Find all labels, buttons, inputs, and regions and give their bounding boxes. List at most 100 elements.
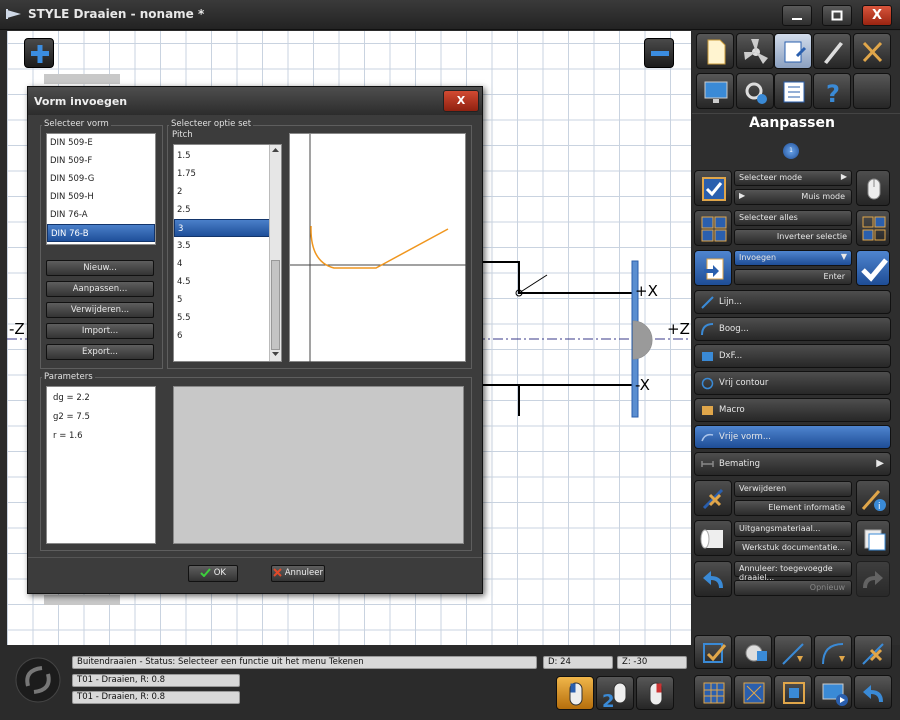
enter-button[interactable]: Enter <box>734 269 852 285</box>
pitch-list-item[interactable]: 3 <box>174 219 281 237</box>
mouse-mode-button[interactable]: ▶ Muis mode <box>734 189 852 205</box>
minimize-button[interactable] <box>782 5 812 26</box>
line-icon <box>701 296 714 309</box>
shape-list-item[interactable]: DIN 509-G <box>47 170 155 188</box>
cancel-label: Annuleer <box>284 568 323 578</box>
mouse-mode-2-button[interactable]: 2 <box>596 676 634 712</box>
bottom-tool-frame[interactable] <box>774 675 812 709</box>
shape-list-item[interactable]: DIN 76-B <box>47 224 155 242</box>
new-shape-button[interactable]: Nieuw... <box>46 260 154 276</box>
redo-icon-button[interactable] <box>856 561 890 597</box>
delete-line-icon <box>862 643 884 665</box>
pitch-list-item[interactable]: 4 <box>174 255 281 273</box>
bottom-tool-grid-1[interactable] <box>694 675 732 709</box>
bottom-tool-gear[interactable] <box>734 635 772 669</box>
tool-new-file[interactable] <box>696 33 734 69</box>
bottom-tool-arc-down[interactable] <box>814 635 852 669</box>
pitch-label: Pitch <box>172 130 193 140</box>
element-info-button[interactable]: Element informatie <box>734 500 852 516</box>
axis-label-plus-z: +Z <box>667 320 690 338</box>
insert-mode-button[interactable]: Invoegen ▼ <box>734 250 852 266</box>
menu-item-free-contour[interactable]: Vrij contour <box>694 371 891 395</box>
delete-icon-button[interactable] <box>694 480 732 516</box>
confirm-icon-button[interactable] <box>856 250 890 286</box>
horizontal-scroll-bottom[interactable] <box>44 595 120 605</box>
menu-item-dxf[interactable]: DxF... <box>694 344 891 368</box>
pitch-list-item[interactable]: 2.5 <box>174 201 281 219</box>
pitch-list-item[interactable]: 3.5 <box>174 237 281 255</box>
pitch-scroll-thumb[interactable] <box>271 260 280 350</box>
delete-button[interactable]: Verwijderen <box>734 481 852 497</box>
export-button[interactable]: Export... <box>46 344 154 360</box>
cancel-button[interactable]: Annuleer <box>271 565 325 582</box>
bottom-tool-delete-line[interactable] <box>854 635 892 669</box>
pitch-list-item[interactable]: 6 <box>174 327 281 345</box>
mouse-mode-1-button[interactable] <box>556 676 594 710</box>
mouse-mode-icon-button[interactable] <box>856 170 890 206</box>
tool-settings-tools[interactable] <box>853 33 891 69</box>
lower-contour <box>483 384 520 416</box>
dialog-title-bar[interactable]: Vorm invoegen X <box>28 87 482 115</box>
tool-view[interactable] <box>696 73 734 109</box>
invert-selection-icon-button[interactable] <box>856 210 890 246</box>
shape-list-item[interactable]: DIN 76-A <box>47 206 155 224</box>
maximize-icon <box>831 10 843 21</box>
parameter-item: g2 = 7.5 <box>53 412 90 422</box>
invert-selection-button[interactable]: Inverteer selectie <box>734 229 852 245</box>
stock-material-icon-button[interactable] <box>694 520 732 556</box>
chevron-down-icon: ▼ <box>840 252 847 261</box>
undo-button[interactable]: Annuleer: toegevoegde draaiel... <box>734 561 852 582</box>
stock-material-button[interactable]: Uitgangsmateriaal... <box>734 521 852 537</box>
dialog-close-button[interactable]: X <box>443 90 479 112</box>
pitch-list-item[interactable]: 5 <box>174 291 281 309</box>
select-mode-icon-button[interactable] <box>694 170 732 206</box>
zoom-in-button[interactable] <box>24 38 54 68</box>
ok-button[interactable]: OK <box>188 565 238 582</box>
bottom-tool-grid-2[interactable] <box>734 675 772 709</box>
select-mode-button[interactable]: Selecteer mode ▶ <box>734 170 852 186</box>
workpiece-documentation-button[interactable]: Werkstuk documentatie... <box>734 540 852 556</box>
zoom-out-button[interactable] <box>644 38 674 68</box>
menu-item-macro[interactable]: Macro <box>694 398 891 422</box>
pitch-scrollbar[interactable] <box>269 145 281 361</box>
shape-list-item[interactable]: DIN 509-H <box>47 188 155 206</box>
tool-edit-drawing[interactable] <box>774 33 812 69</box>
mouse-mode-3-button[interactable] <box>636 676 674 710</box>
menu-item-arc[interactable]: Boog... <box>694 317 891 341</box>
pitch-list-item[interactable]: 2 <box>174 183 281 201</box>
delete-shape-button[interactable]: Verwijderen... <box>46 302 154 318</box>
element-info-icon-button[interactable]: i <box>856 480 890 516</box>
shape-list-item[interactable]: DIN 509-E <box>47 134 155 152</box>
tool-draw[interactable] <box>813 33 851 69</box>
close-window-button[interactable]: X <box>862 5 892 26</box>
tool-turning[interactable] <box>736 33 774 69</box>
bottom-tool-line-down[interactable] <box>774 635 812 669</box>
bottom-tool-check-frame[interactable] <box>694 635 732 669</box>
workpiece-doc-icon-button[interactable] <box>856 520 890 556</box>
undo-icon-button[interactable] <box>694 561 732 597</box>
shape-list-item[interactable]: DIN 509-F <box>47 152 155 170</box>
edit-shape-button[interactable]: Aanpassen... <box>46 281 154 297</box>
horizontal-scroll-top[interactable] <box>44 74 120 84</box>
bottom-tool-play[interactable] <box>814 675 852 709</box>
tool-list[interactable] <box>774 73 812 109</box>
pitch-list-item[interactable]: 1.5 <box>174 147 281 165</box>
page-indicator[interactable]: 1 <box>783 143 799 159</box>
shape-list[interactable]: DIN 509-E DIN 509-F DIN 509-G DIN 509-H DIN … <box>46 133 156 245</box>
bottom-tool-undo[interactable] <box>854 675 892 709</box>
menu-item-line[interactable]: Lijn... <box>694 290 891 314</box>
pitch-list[interactable]: 1.5 1.75 2 2.5 3 3.5 4 4.5 5 5.5 6 <box>173 144 282 362</box>
pitch-list-item[interactable]: 4.5 <box>174 273 281 291</box>
maximize-button[interactable] <box>822 5 852 26</box>
insert-icon-button[interactable] <box>694 250 732 286</box>
menu-item-dimensioning[interactable]: Bemating ▶ <box>694 452 891 476</box>
redo-button[interactable]: Opnieuw <box>734 580 852 596</box>
tool-simulation[interactable] <box>736 73 774 109</box>
select-all-icon-button[interactable] <box>694 210 732 246</box>
menu-item-free-shape[interactable]: Vrije vorm... <box>694 425 891 449</box>
tool-help[interactable]: ? <box>813 73 851 109</box>
import-button[interactable]: Import... <box>46 323 154 339</box>
select-all-button[interactable]: Selecteer alles <box>734 210 852 226</box>
pitch-list-item[interactable]: 1.75 <box>174 165 281 183</box>
pitch-list-item[interactable]: 5.5 <box>174 309 281 327</box>
